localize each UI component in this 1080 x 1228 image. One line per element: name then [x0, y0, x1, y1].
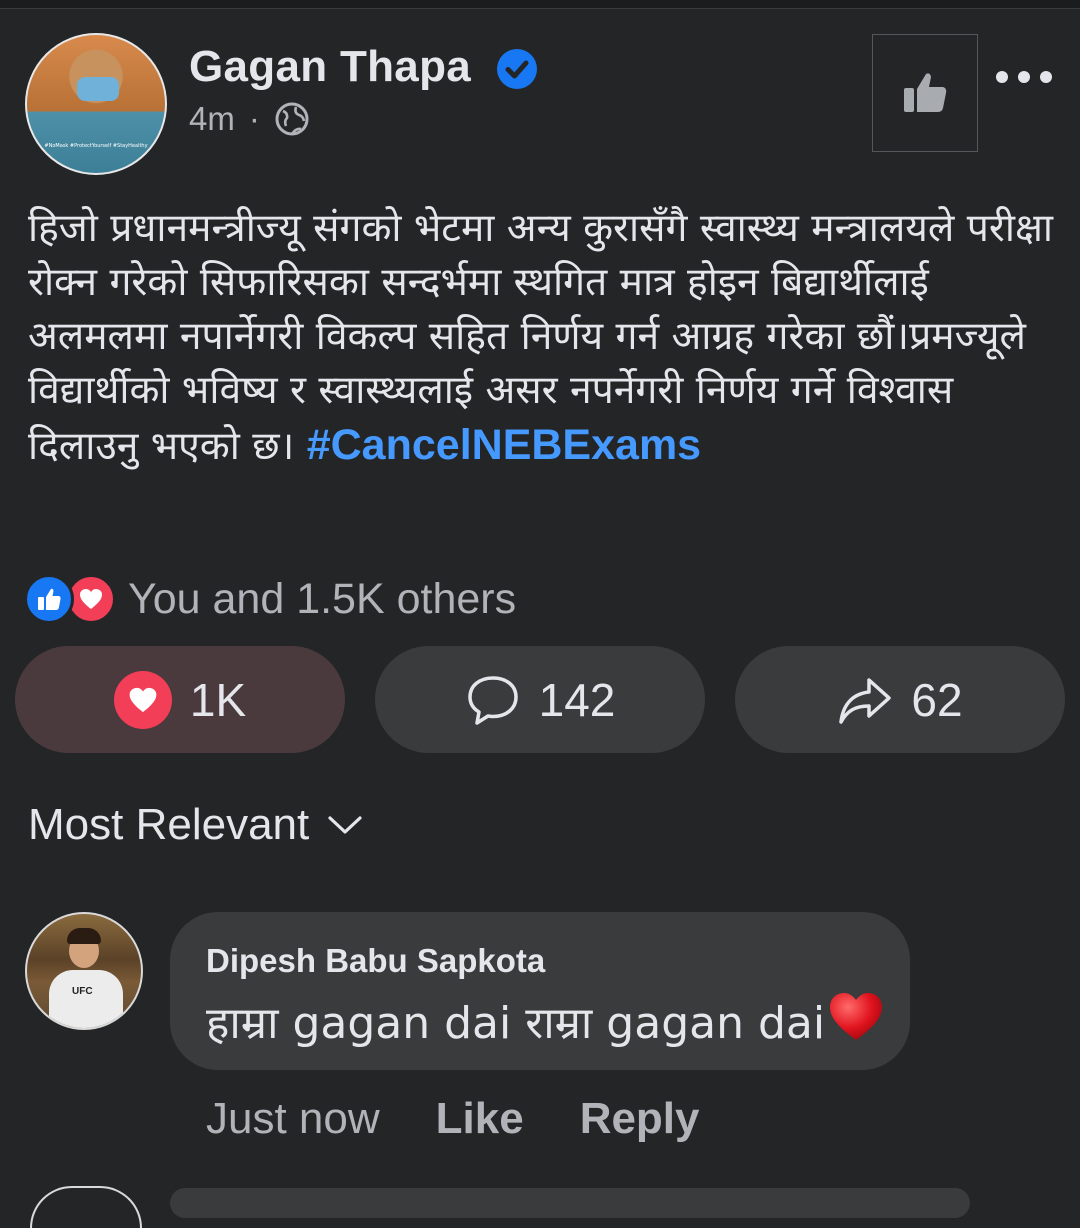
comment-button[interactable]: 142	[375, 646, 705, 753]
reactions-summary-text: You and 1.5K others	[128, 574, 517, 623]
like-reaction-icon	[24, 574, 74, 624]
more-dots-icon	[996, 71, 1008, 83]
heart-icon	[113, 670, 172, 729]
hashtag-link[interactable]: #CancelNEBExams	[307, 421, 701, 469]
love-reaction-button[interactable]: 1K	[15, 646, 345, 753]
share-arrow-icon	[839, 677, 892, 724]
comment-icon	[467, 675, 518, 725]
avatar-shirt-detail	[49, 970, 123, 1028]
comment-text: हाम्रा gagan dai राम्रा gagan dai	[206, 998, 826, 1049]
avatar-caption: #NoMask #ProtectYourself #StayHealthy	[44, 143, 148, 149]
love-count: 1K	[189, 673, 247, 726]
chevron-down-icon	[328, 816, 362, 834]
share-count: 62	[911, 673, 963, 726]
avatar-mask-detail	[77, 77, 119, 101]
reactions-summary[interactable]: You and 1.5K others	[24, 571, 516, 627]
thumbs-up-icon	[904, 73, 947, 112]
comment-time: Just now	[206, 1094, 380, 1143]
avatar-hair-detail	[67, 928, 101, 944]
post-body: हिजो प्रधानमन्त्रीज्यू संगको भेटमा अन्य …	[28, 202, 1058, 474]
comment-text-row: हाम्रा gagan dai राम्रा gagan dai	[206, 990, 885, 1051]
comment-sort-dropdown[interactable]: Most Relevant	[28, 800, 363, 850]
top-divider	[0, 0, 1080, 9]
share-button[interactable]: 62	[735, 646, 1065, 753]
next-commenter-avatar[interactable]	[30, 1186, 142, 1228]
thumbs-up-icon	[38, 588, 61, 610]
more-dots-icon	[1040, 71, 1052, 83]
author-avatar[interactable]: #NoMask #ProtectYourself #StayHealthy	[25, 33, 167, 175]
globe-icon[interactable]	[274, 101, 310, 137]
author-name[interactable]: Gagan Thapa	[189, 42, 471, 92]
post-meta: 4m ·	[189, 100, 310, 138]
next-comment-bubble[interactable]	[170, 1188, 970, 1218]
comment-count: 142	[538, 673, 616, 726]
comment-reply-button[interactable]: Reply	[580, 1094, 700, 1144]
comment-actions: Just now Like Reply	[206, 1094, 700, 1144]
comment-bubble[interactable]: Dipesh Babu Sapkota हाम्रा gagan dai राम…	[170, 912, 910, 1070]
red-heart-emoji-icon	[830, 993, 883, 1040]
more-dots-icon	[1018, 71, 1030, 83]
comment-like-button[interactable]: Like	[436, 1094, 524, 1144]
commenter-avatar[interactable]: UFC	[25, 912, 143, 1030]
post-time[interactable]: 4m	[189, 100, 235, 138]
more-options-button[interactable]	[996, 60, 1052, 94]
like-page-button[interactable]	[872, 34, 978, 152]
commenter-name[interactable]: Dipesh Babu Sapkota	[206, 942, 545, 980]
heart-icon	[80, 589, 102, 609]
meta-separator: ·	[248, 100, 260, 137]
avatar-shirt-logo: UFC	[72, 986, 93, 997]
verified-badge-icon	[497, 49, 537, 89]
sort-label: Most Relevant	[28, 800, 310, 849]
